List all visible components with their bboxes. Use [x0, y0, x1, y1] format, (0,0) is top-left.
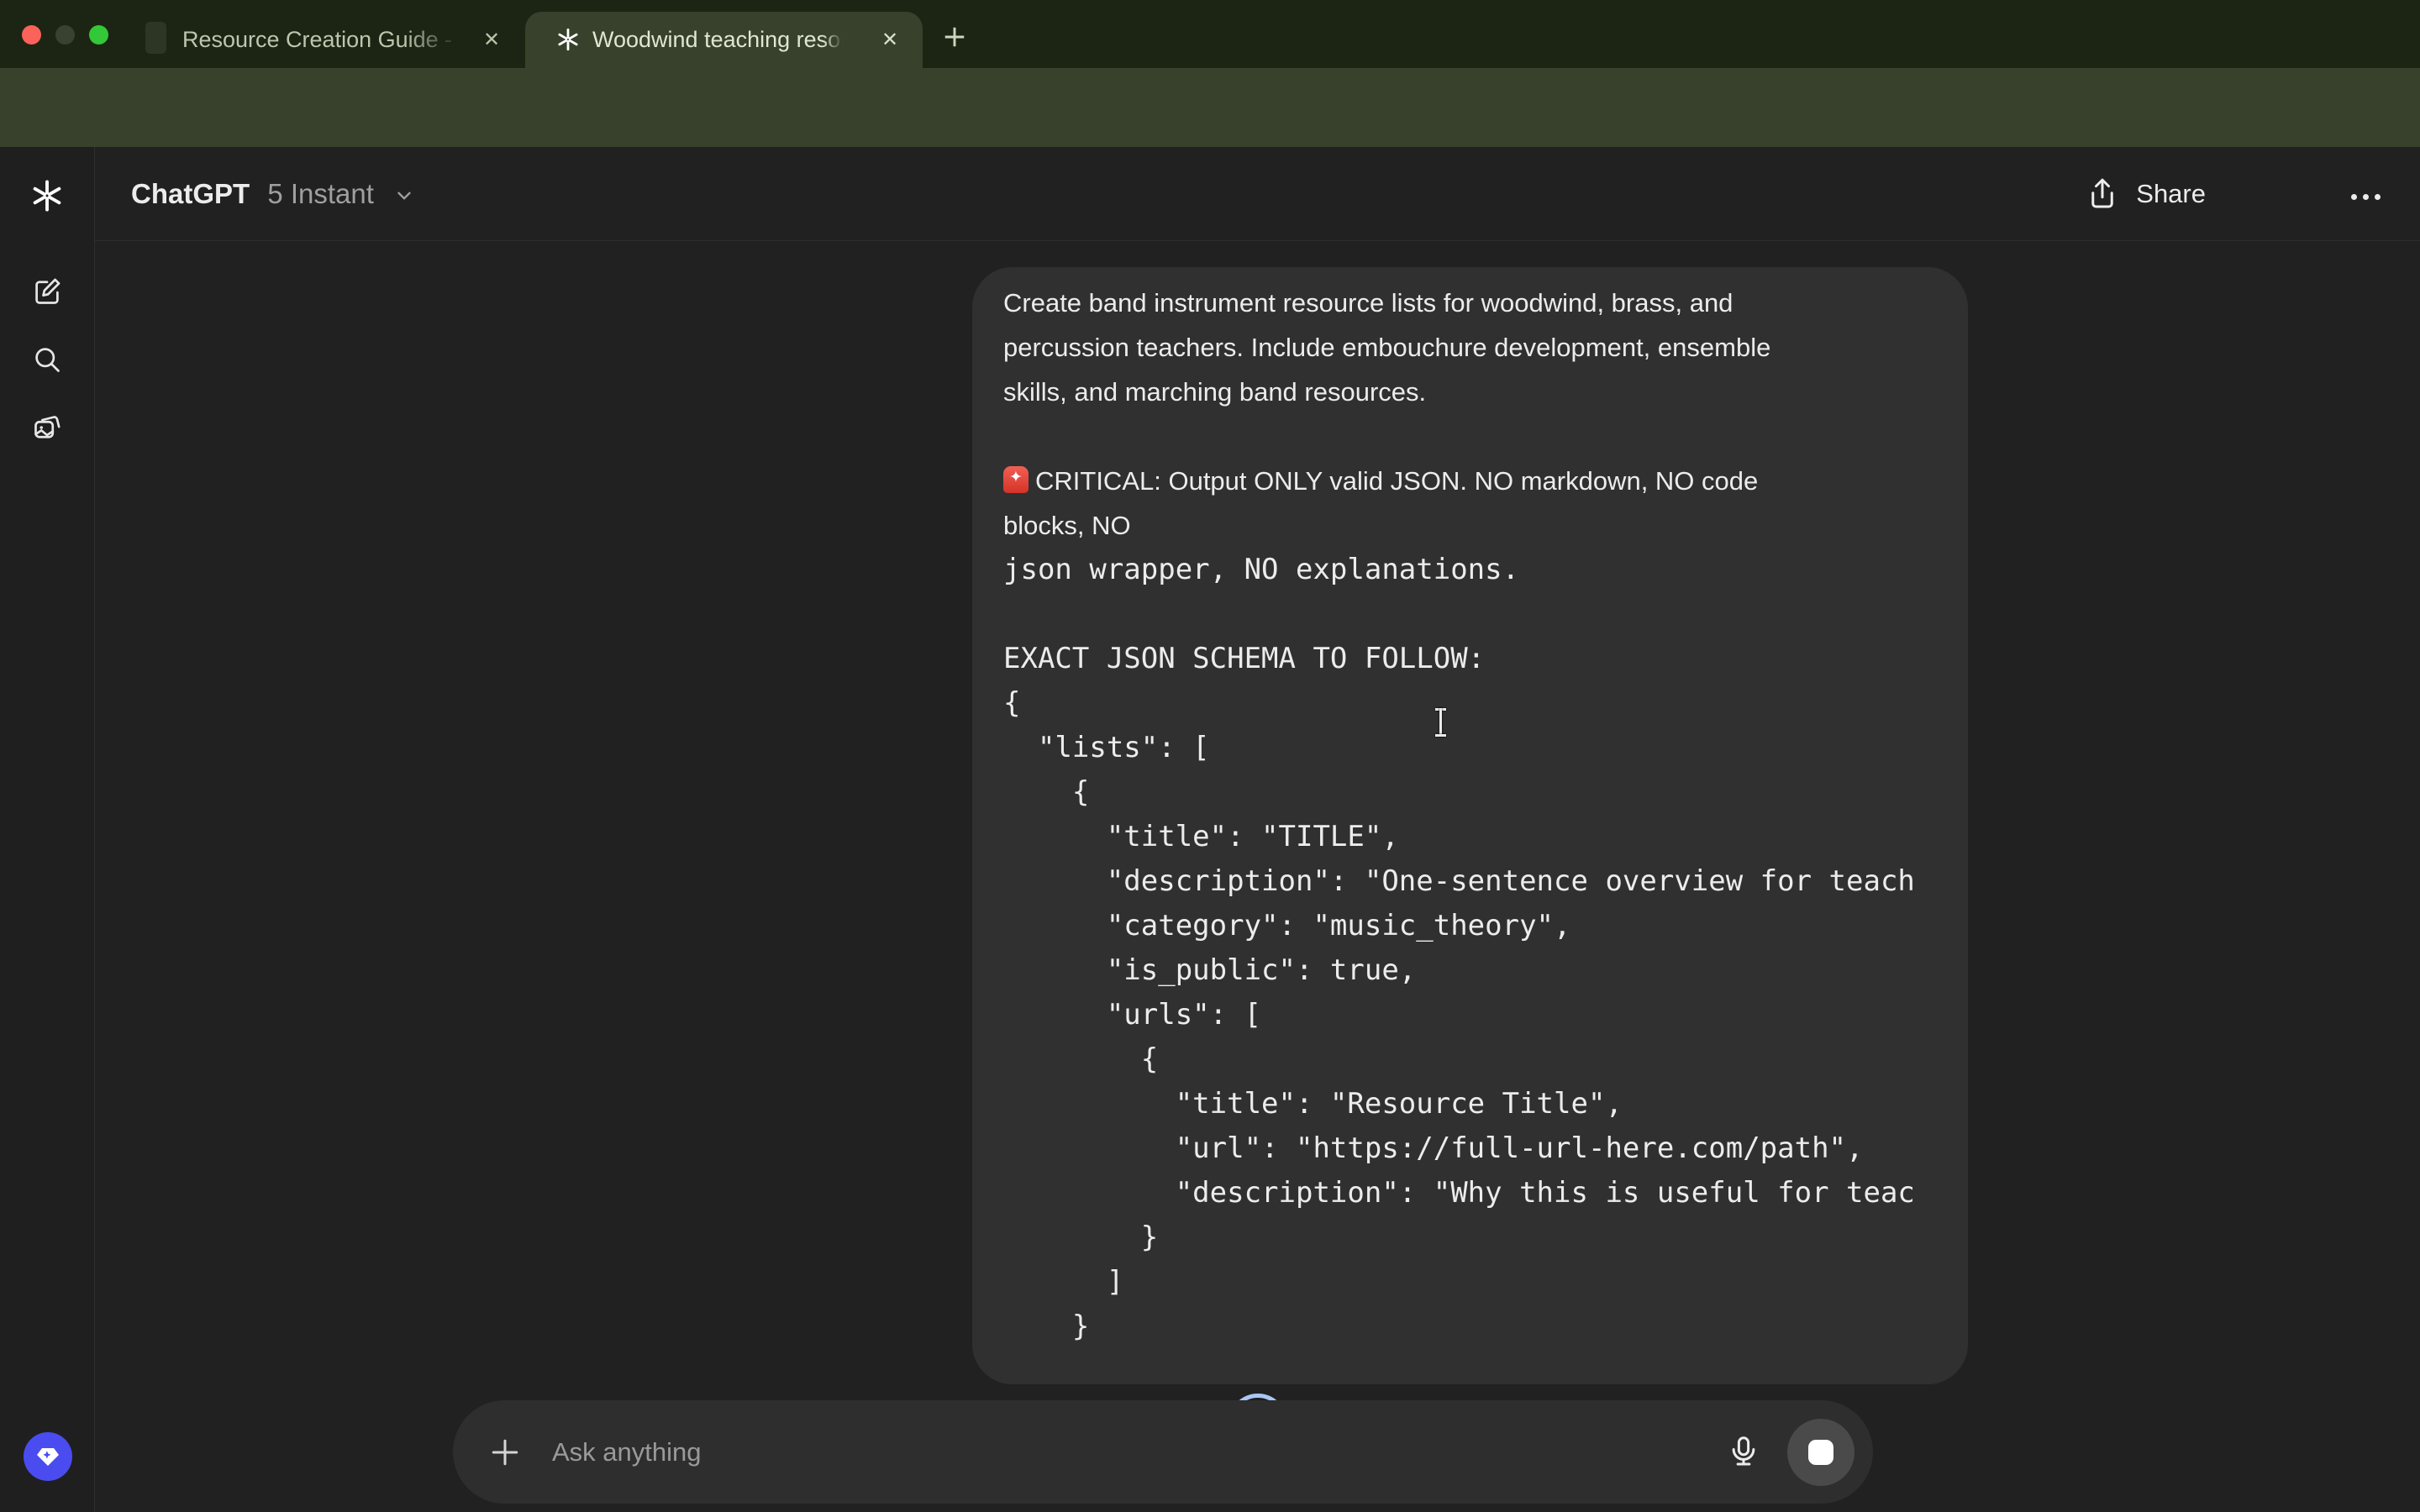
conversation-header: ChatGPT 5 Instant Share	[95, 147, 2420, 241]
share-upload-icon	[2086, 177, 2119, 211]
message-block: EXACT JSON SCHEMA TO FOLLOW:{ "lists": […	[1003, 637, 1937, 1349]
message-line: "title": "Resource Title",	[1003, 1082, 1937, 1126]
chevron-down-icon	[393, 185, 415, 207]
conversation-area: Create band instrument resource lists fo…	[95, 242, 2420, 1512]
close-tab-icon[interactable]: ✕	[880, 30, 900, 50]
message-line: ]	[1003, 1260, 1937, 1305]
message-line: Create band instrument resource lists fo…	[1003, 281, 1937, 325]
message-line: "is_public": true,	[1003, 948, 1937, 993]
message-line: {	[1003, 770, 1937, 815]
close-tab-icon[interactable]: ✕	[481, 30, 502, 50]
microphone-icon[interactable]	[1727, 1435, 1760, 1468]
browser-tab-resource-creation-guide[interactable]: Resource Creation Guide - PM ✕	[134, 12, 525, 68]
message-line: {	[1003, 1037, 1937, 1082]
message-line: "description": "Why this is useful for t…	[1003, 1171, 1937, 1215]
browser-toolbar: chatgpt.com/c/6901518c-c454-8327-b5a7-b0…	[0, 68, 2420, 147]
message-line: }	[1003, 1215, 1937, 1260]
chatgpt-logo-icon	[555, 27, 581, 52]
window-minimize-button[interactable]	[55, 25, 75, 45]
chatgpt-app: ChatGPT 5 Instant Share Create band inst…	[0, 147, 2420, 1512]
siren-emoji-icon	[1003, 466, 1028, 493]
library-icon[interactable]	[32, 412, 62, 443]
message-line: }	[1003, 1305, 1937, 1349]
browser-tab-woodwind-teaching-resources[interactable]: Woodwind teaching resources ✕	[525, 12, 923, 68]
tab-title: Woodwind teaching resources	[592, 12, 843, 68]
model-name: 5 Instant	[267, 178, 374, 209]
share-label: Share	[2136, 174, 2206, 214]
message-line: "urls": [	[1003, 993, 1937, 1037]
message-line: EXACT JSON SCHEMA TO FOLLOW:	[1003, 637, 1937, 681]
message-block: json wrapper, NO explanations.	[1003, 548, 1937, 592]
openai-logo-icon[interactable]	[29, 177, 66, 214]
message-line: "url": "https://full-url-here.com/path",	[1003, 1126, 1937, 1171]
tab-title: Resource Creation Guide - PM	[182, 12, 460, 68]
search-chats-icon[interactable]	[32, 344, 62, 375]
brand-name: ChatGPT	[131, 178, 250, 209]
message-input[interactable]	[552, 1400, 1644, 1504]
message-line: "category": "music_theory",	[1003, 904, 1937, 948]
message-line: {	[1003, 681, 1937, 726]
generic-favicon-icon	[145, 22, 166, 54]
window-close-button[interactable]	[22, 25, 41, 45]
conversation-options-icon[interactable]	[2351, 189, 2386, 204]
message-block: Create band instrument resource lists fo…	[1003, 281, 1937, 414]
attach-plus-icon[interactable]	[488, 1436, 522, 1469]
new-chat-icon[interactable]	[32, 276, 62, 307]
share-button[interactable]: Share	[2086, 174, 2206, 214]
message-line: json wrapper, NO explanations.	[1003, 548, 1937, 592]
new-tab-icon[interactable]	[939, 22, 970, 52]
message-line: percussion teachers. Include embouchure …	[1003, 325, 1937, 370]
composer[interactable]	[453, 1400, 1873, 1504]
upgrade-plan-icon[interactable]	[24, 1432, 72, 1481]
window-maximize-button[interactable]	[89, 25, 108, 45]
stop-square-icon	[1808, 1440, 1833, 1465]
browser-window: Resource Creation Guide - PM ✕ Woodwind …	[0, 0, 2420, 1512]
message-block: CRITICAL: Output ONLY valid JSON. NO mar…	[1003, 459, 1937, 548]
user-message-bubble: Create band instrument resource lists fo…	[972, 267, 1968, 1384]
stop-generating-button[interactable]	[1787, 1419, 1854, 1486]
sidebar-rail	[0, 147, 95, 1512]
tab-strip: Resource Creation Guide - PM ✕ Woodwind …	[0, 0, 2420, 68]
message-line: skills, and marching band resources.	[1003, 370, 1937, 414]
text-cursor	[1434, 708, 1447, 737]
message-line: "lists": [	[1003, 726, 1937, 770]
message-line: CRITICAL: Output ONLY valid JSON. NO mar…	[1003, 459, 1937, 503]
message-line: "title": "TITLE",	[1003, 815, 1937, 859]
message-line: "description": "One-sentence overview fo…	[1003, 859, 1937, 904]
message-line: blocks, NO	[1003, 503, 1937, 548]
model-switcher[interactable]: ChatGPT 5 Instant	[131, 147, 415, 241]
